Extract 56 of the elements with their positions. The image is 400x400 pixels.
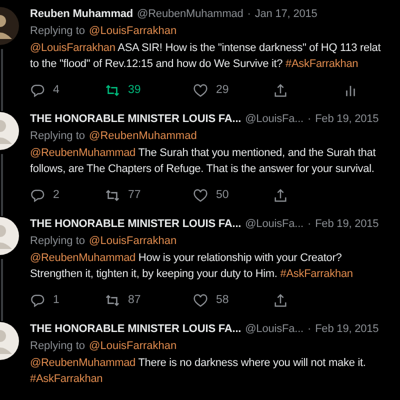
- mention-link[interactable]: @ReubenMuhammad: [30, 252, 136, 264]
- author-name[interactable]: THE HONORABLE MINISTER LOUIS FA...: [30, 216, 242, 233]
- separator-dot: ·: [247, 7, 251, 22]
- heart-icon[interactable]: [193, 292, 208, 308]
- mention-link[interactable]: @ReubenMuhammad: [89, 128, 197, 145]
- hashtag-link[interactable]: #AskFarrakhan: [30, 373, 103, 385]
- replying-label: Replying to: [30, 129, 86, 144]
- tweet-text: @ReubenMuhammad There is no darkness where you will not make it. #AskFarrakhan: [30, 356, 367, 387]
- like-count: 50: [216, 189, 229, 201]
- like-count: 29: [216, 84, 229, 96]
- retweet-count: 77: [128, 189, 141, 201]
- tweet-date[interactable]: Jan 17, 2015: [254, 6, 318, 23]
- share-icon[interactable]: [273, 82, 288, 98]
- tweet-date[interactable]: Feb 19, 2015: [315, 216, 379, 233]
- tweet-date[interactable]: Feb 19, 2015: [315, 111, 379, 128]
- like-count: 58: [216, 294, 229, 306]
- separator-dot: ·: [307, 217, 312, 232]
- author-handle[interactable]: @LouisFa...: [245, 321, 304, 338]
- author-handle[interactable]: @ReubenMuhammad: [137, 6, 244, 23]
- tweet-date[interactable]: Feb 19, 2015: [315, 321, 379, 338]
- replying-label: Replying to: [30, 339, 86, 354]
- mention-link[interactable]: @ReubenMuhammad: [30, 357, 136, 369]
- tweet-text: @ReubenMuhammad How is your relationship with your Creator? Strengthen it, tighten it, by keeping your duty to Him. #AskFarrakhan: [30, 251, 354, 282]
- mention-link[interactable]: @LouisFarrakhan: [89, 338, 177, 355]
- mention-link[interactable]: @LouisFarrakhan: [89, 233, 177, 250]
- reply-count: 4: [53, 84, 60, 96]
- separator-dot: ·: [307, 112, 312, 127]
- reply-count: 1: [53, 294, 60, 306]
- tweet-text: @ReubenMuhammad The Surah that you mentioned, and the Surah that follows, are The Chapters of Refuge. That is the answer for your survival.: [30, 146, 377, 177]
- share-icon[interactable]: [273, 188, 288, 202]
- separator-dot: ·: [307, 322, 312, 337]
- retweet-count: 39: [128, 84, 141, 96]
- reply-icon[interactable]: [30, 292, 45, 308]
- share-icon[interactable]: [273, 292, 288, 308]
- author-handle[interactable]: @LouisFa...: [245, 216, 304, 233]
- reply-icon[interactable]: [30, 188, 45, 202]
- replying-label: Replying to: [30, 234, 86, 249]
- mention-link[interactable]: @LouisFarrakhan: [89, 23, 177, 40]
- author-name[interactable]: Reuben Muhammad: [30, 6, 134, 23]
- author-name[interactable]: THE HONORABLE MINISTER LOUIS FA...: [30, 111, 242, 128]
- replying-label: Replying to: [30, 24, 86, 39]
- reply-count: 2: [53, 189, 60, 201]
- retweet-icon[interactable]: [105, 188, 120, 202]
- author-name[interactable]: THE HONORABLE MINISTER LOUIS FA...: [30, 321, 242, 338]
- heart-icon[interactable]: [193, 188, 208, 202]
- mention-link[interactable]: @LouisFarrakhan: [30, 42, 116, 54]
- tweet-text: @LouisFarrakhan ASA SIR! How is the "intense darkness" of HQ 113 relat to the "flood" of Rev.12:15 and how do We Survive it? #AskFarrakhan: [30, 41, 382, 72]
- retweet-icon[interactable]: [105, 82, 120, 98]
- author-handle[interactable]: @LouisFa...: [245, 111, 304, 128]
- reply-icon[interactable]: [30, 82, 45, 98]
- hashtag-link[interactable]: #AskFarrakhan: [280, 268, 353, 280]
- retweet-icon[interactable]: [105, 292, 120, 308]
- mention-link[interactable]: @ReubenMuhammad: [30, 147, 136, 159]
- retweet-count: 87: [128, 294, 141, 306]
- heart-icon[interactable]: [193, 82, 208, 98]
- hashtag-link[interactable]: #AskFarrakhan: [286, 58, 358, 70]
